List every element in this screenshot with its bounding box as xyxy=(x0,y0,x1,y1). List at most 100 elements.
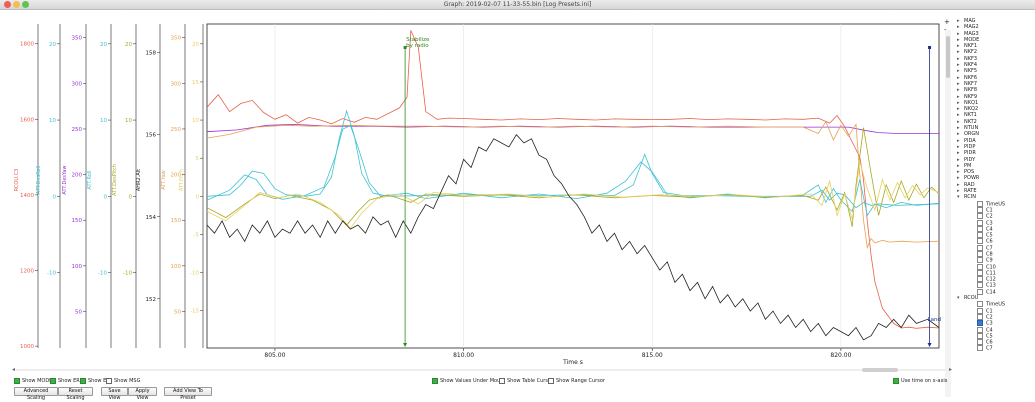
y-axis-label: AHR2.Alt xyxy=(136,169,142,191)
expanded-triangle-icon[interactable]: ▾ xyxy=(957,295,964,301)
title-bar: Graph: 2019-02-07 11-33-55.bin [Log Pres… xyxy=(0,0,1035,10)
save-view-button[interactable]: Save View xyxy=(101,387,128,401)
y-tick-label: 20 xyxy=(192,42,199,48)
log-graph[interactable]: 805.00 810.00 815.00 820.00 Time s 1800 1600 14… xyxy=(0,10,945,370)
y-tick-label: -10 xyxy=(47,271,56,277)
show-err-checkbox[interactable]: Show ERR xyxy=(50,378,83,384)
tree-item-label: PIDP xyxy=(964,143,976,150)
field-checkbox[interactable] xyxy=(977,225,983,232)
y-tick-label: 250 xyxy=(72,127,83,133)
scroll-right-icon[interactable]: ▸ xyxy=(949,367,952,373)
field-checkbox[interactable] xyxy=(977,244,983,251)
checkbox-box[interactable] xyxy=(14,378,20,384)
field-checkbox[interactable] xyxy=(977,332,983,339)
checkbox-box[interactable] xyxy=(80,378,86,384)
tree-item-label: C14 xyxy=(986,289,996,296)
field-checkbox[interactable] xyxy=(977,288,983,295)
add-view-to-preset-button[interactable]: Add View To Preset xyxy=(164,387,212,401)
checkbox-box[interactable] xyxy=(893,378,899,384)
y-tick-label: 15 xyxy=(192,80,199,86)
tree-item-label: POS xyxy=(964,169,975,176)
y-tick-label: 1200 xyxy=(20,268,34,274)
y-tick-label: 250 xyxy=(171,127,182,133)
field-checkbox[interactable] xyxy=(977,263,983,270)
tree-item-label: PIDR xyxy=(964,150,976,157)
checkbox-box[interactable] xyxy=(432,378,438,384)
tree-item-label: NKQ1 xyxy=(964,99,979,106)
tree-item-label: C7 xyxy=(986,345,993,352)
field-checkbox[interactable] xyxy=(977,282,983,289)
field-checkbox[interactable] xyxy=(977,200,983,207)
y-tick-label: -15 xyxy=(190,309,199,315)
tree-item-label: NTUN xyxy=(964,125,979,132)
expanded-triangle-icon[interactable]: ▾ xyxy=(957,194,964,200)
apply-view-button[interactable]: Apply View xyxy=(128,387,157,401)
tree-item-label: NKF3 xyxy=(964,55,978,62)
log-message-tree[interactable]: ▸ MAG ▸ MAG2 ▸ MAG3 ▸ MODE ▸ NKF1 ▸ NKF2 ▸ NKF3 ▸ NKF4 ▸… xyxy=(957,18,1027,397)
show-table-cursor-checkbox[interactable]: Show Table Curso xyxy=(499,378,551,384)
tree-scrollbar[interactable] xyxy=(945,30,951,397)
field-checkbox[interactable] xyxy=(977,232,983,239)
show-msg-checkbox[interactable]: Show MSG xyxy=(106,378,140,384)
use-time-checkbox[interactable]: Use time on x-axis xyxy=(893,378,947,384)
field-checkbox[interactable] xyxy=(977,213,983,220)
reset-scaling-button[interactable]: Reset Scaling xyxy=(58,387,93,401)
tree-item-label: NKT2 xyxy=(964,118,977,125)
checkbox-box[interactable] xyxy=(106,378,112,384)
field-checkbox[interactable] xyxy=(977,320,983,327)
y-tick-label: 152 xyxy=(146,297,157,303)
show-mode-label: Show MODE xyxy=(22,378,53,384)
y-tick-label: 150 xyxy=(72,218,83,224)
horizontal-scrollbar[interactable]: ◂ ▸ xyxy=(12,367,952,373)
x-tick-label: 805.00 xyxy=(264,352,285,359)
y-axis-label: RCOU.C3 xyxy=(14,169,20,192)
field-checkbox[interactable] xyxy=(977,307,983,314)
checkbox-box[interactable] xyxy=(499,378,505,384)
scroll-track[interactable] xyxy=(16,369,948,371)
scroll-thumb[interactable] xyxy=(862,368,898,372)
field-checkbox[interactable] xyxy=(977,250,983,257)
show-range-cursor-checkbox[interactable]: Show Range Cursor xyxy=(548,378,605,384)
field-checkbox[interactable] xyxy=(977,238,983,245)
event-marker-label: Land xyxy=(928,317,941,323)
y-tick-label: 10 xyxy=(49,118,56,124)
x-tick-label: 815.00 xyxy=(642,352,663,359)
field-checkbox[interactable] xyxy=(977,326,983,333)
y-tick-label: 100 xyxy=(72,264,83,270)
y-tick-label: -5 xyxy=(194,232,200,238)
tree-item-label: RAD xyxy=(964,181,975,188)
y-tick-label: 100 xyxy=(171,264,182,270)
tree-item-label: C3 xyxy=(986,320,993,327)
show-range-label: Show Range Cursor xyxy=(556,378,605,384)
tree-item-label: RATE xyxy=(964,188,977,195)
field-checkbox[interactable] xyxy=(977,345,983,352)
graph-window: Graph: 2019-02-07 11-33-55.bin [Log Pres… xyxy=(0,0,1035,401)
window-title: Graph: 2019-02-07 11-33-55.bin [Log Pres… xyxy=(443,1,592,8)
field-checkbox[interactable] xyxy=(977,206,983,213)
tree-field-c7[interactable]: C7 xyxy=(957,345,1027,352)
field-checkbox[interactable] xyxy=(977,257,983,264)
field-checkbox[interactable] xyxy=(977,313,983,320)
field-checkbox[interactable] xyxy=(977,301,983,308)
show-values-checkbox[interactable]: Show Values Under Mous xyxy=(432,378,503,384)
y-tick-label: 0 xyxy=(129,194,133,200)
tree-scroll-thumb[interactable] xyxy=(946,36,950,78)
field-checkbox[interactable] xyxy=(977,269,983,276)
tree-item-label: MODE xyxy=(964,36,980,43)
zoom-in-button[interactable]: + xyxy=(944,19,950,26)
tree-item-label: NKF2 xyxy=(964,49,978,56)
tree-item-label: NKT1 xyxy=(964,112,977,119)
field-checkbox[interactable] xyxy=(977,219,983,226)
plot-area[interactable] xyxy=(206,23,940,349)
scroll-left-icon[interactable]: ◂ xyxy=(12,367,15,373)
checkbox-box[interactable] xyxy=(50,378,56,384)
field-checkbox[interactable] xyxy=(977,276,983,283)
y-tick-label: 50 xyxy=(174,309,181,315)
y-tick-label: 1600 xyxy=(20,117,34,123)
field-checkbox[interactable] xyxy=(977,339,983,346)
y-tick-label: 10 xyxy=(192,118,199,124)
checkbox-box[interactable] xyxy=(548,378,554,384)
show-mode-checkbox[interactable]: Show MODE xyxy=(14,378,52,384)
advanced-scaling-button[interactable]: Advanced Scaling xyxy=(14,387,58,401)
tree-item-label: NKF6 xyxy=(964,74,978,81)
